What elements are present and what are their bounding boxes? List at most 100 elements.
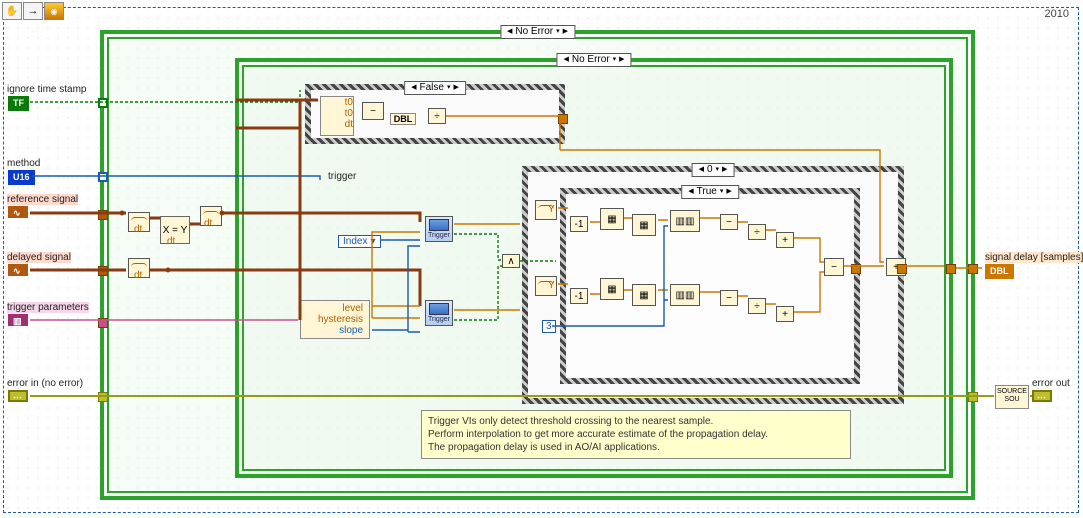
- subtract-node-a[interactable]: −: [362, 102, 384, 120]
- arrow-tool-button[interactable]: [23, 2, 43, 20]
- unbundle-trigger-params[interactable]: level hysteresis slope: [300, 300, 370, 339]
- t0-b: t0: [321, 108, 353, 119]
- error-in-terminal[interactable]: ⋯: [8, 390, 28, 402]
- dt-c: dt: [321, 119, 353, 130]
- chevron-left-icon[interactable]: ◀: [507, 26, 512, 38]
- outer-case-selector[interactable]: ◀ No Error ▾ ▶: [500, 25, 575, 39]
- sub-outer[interactable]: −: [824, 258, 844, 276]
- caret-down-icon[interactable]: ▾: [716, 164, 720, 176]
- trigger-vi-ref[interactable]: Trigger: [425, 216, 453, 242]
- chevron-left-icon[interactable]: ◀: [699, 164, 704, 176]
- tunnel: [98, 210, 108, 220]
- note-l3: The propagation delay is used in AO/AI a…: [428, 441, 844, 454]
- tunnel: [968, 264, 978, 274]
- tunnel: [968, 392, 978, 402]
- false-case-selector[interactable]: ◀ False ▾ ▶: [404, 81, 466, 95]
- chevron-right-icon[interactable]: ▶: [619, 54, 624, 66]
- outer-case-value: No Error: [515, 26, 553, 38]
- toolbar: [2, 2, 64, 20]
- sub-node-a[interactable]: −: [720, 214, 738, 230]
- tunnel: [98, 172, 108, 182]
- caret-down-icon[interactable]: ▾: [720, 186, 724, 198]
- subset-a[interactable]: ▥▥: [670, 210, 700, 232]
- index-array-a2[interactable]: ▦: [632, 214, 656, 236]
- chevron-left-icon[interactable]: ◀: [563, 54, 568, 66]
- error-out-label: error out: [1032, 378, 1070, 389]
- zero-case-value: 0: [707, 164, 713, 176]
- chevron-left-icon[interactable]: ◀: [411, 82, 416, 94]
- error-in-label: error in (no error): [7, 378, 83, 389]
- mid-case-value: No Error: [572, 54, 610, 66]
- source-vi-icon[interactable]: SOURCESOU: [995, 385, 1029, 409]
- hand-tool-button[interactable]: [2, 2, 22, 20]
- div-node-a[interactable]: ÷: [748, 224, 766, 240]
- add-node-b[interactable]: +: [776, 306, 794, 322]
- eq-text: X = Y: [163, 225, 188, 236]
- chevron-right-icon[interactable]: ▶: [726, 186, 731, 198]
- true-case-value: True: [697, 186, 717, 198]
- zero-case-selector[interactable]: ◀ 0 ▾ ▶: [692, 163, 735, 177]
- ignore-time-stamp-label: ignore time stamp: [7, 84, 86, 95]
- reference-signal-terminal[interactable]: ∿: [8, 206, 28, 218]
- method-label: method: [7, 158, 40, 169]
- divide-node[interactable]: ÷: [428, 108, 446, 124]
- wave-t0-cluster[interactable]: t0 t0 dt: [320, 96, 354, 136]
- sub-node-b[interactable]: −: [720, 290, 738, 306]
- level-field: level: [303, 303, 363, 314]
- dbl-coerce[interactable]: DBL: [390, 113, 416, 125]
- note-l2: Perform interpolation to get more accura…: [428, 428, 844, 441]
- help-note: Trigger VIs only detect threshold crossi…: [421, 410, 851, 459]
- y-label-2: Y: [548, 280, 555, 291]
- dt-label-1: dt: [134, 224, 142, 235]
- and-node[interactable]: ∧: [502, 254, 520, 268]
- dt-label-3: dt: [204, 218, 212, 229]
- dt-label-2: dt: [134, 270, 142, 281]
- caret-down-icon[interactable]: ▾: [613, 54, 617, 66]
- caret-down-icon: ▾: [370, 236, 375, 247]
- chevron-left-icon[interactable]: ◀: [688, 186, 693, 198]
- signal-delay-terminal[interactable]: DBL: [985, 264, 1014, 279]
- div-node-b[interactable]: ÷: [748, 298, 766, 314]
- trigger-parameters-terminal[interactable]: ▥: [8, 314, 28, 326]
- chevron-right-icon[interactable]: ▶: [453, 82, 458, 94]
- delayed-signal-label: delayed signal: [7, 252, 71, 263]
- mid-case-selector[interactable]: ◀ No Error ▾ ▶: [556, 53, 631, 67]
- highlight-button[interactable]: [44, 2, 64, 20]
- index-array-a1[interactable]: ▦: [600, 208, 624, 230]
- index-array-b1[interactable]: ▦: [600, 278, 624, 300]
- delayed-signal-terminal[interactable]: ∿: [8, 264, 28, 276]
- index-ring[interactable]: Index ▾: [338, 235, 381, 248]
- tunnel: [558, 114, 568, 124]
- minus-one-a[interactable]: -1: [570, 216, 588, 232]
- tunnel: [851, 264, 861, 274]
- index-array-b2[interactable]: ▦: [632, 284, 656, 306]
- caret-down-icon[interactable]: ▾: [556, 26, 560, 38]
- tunnel: [897, 264, 907, 274]
- hysteresis-field: hysteresis: [303, 314, 363, 325]
- dt-eq: dt: [167, 236, 175, 247]
- chevron-right-icon[interactable]: ▶: [722, 164, 727, 176]
- subset-b[interactable]: ▥▥: [670, 284, 700, 306]
- error-out-terminal[interactable]: ⋯: [1032, 390, 1052, 402]
- trigger-label: trigger: [328, 171, 356, 182]
- method-terminal[interactable]: U16: [8, 170, 35, 185]
- signal-delay-label: signal delay [samples]: [985, 252, 1083, 263]
- false-case-value: False: [420, 82, 444, 94]
- minus-one-b[interactable]: -1: [570, 288, 588, 304]
- trig-vi-text-2: Trigger: [428, 316, 450, 323]
- y-label-1: Y: [548, 204, 555, 215]
- note-l1: Trigger VIs only detect threshold crossi…: [428, 415, 844, 428]
- trig-vi-text-1: Trigger: [428, 232, 450, 239]
- t0-a: t0: [321, 97, 353, 108]
- caret-down-icon[interactable]: ▾: [447, 82, 451, 94]
- const-three[interactable]: 3: [542, 320, 556, 333]
- reference-signal-label: reference signal: [7, 194, 78, 205]
- slope-field: slope: [303, 325, 363, 336]
- add-node-a[interactable]: +: [776, 232, 794, 248]
- trigger-parameters-label: trigger parameters: [7, 302, 89, 313]
- ignore-time-stamp-terminal[interactable]: TF: [8, 96, 29, 111]
- trigger-vi-del[interactable]: Trigger: [425, 300, 453, 326]
- chevron-right-icon[interactable]: ▶: [563, 26, 568, 38]
- tunnel: [98, 266, 108, 276]
- true-case-selector[interactable]: ◀ True ▾ ▶: [681, 185, 739, 199]
